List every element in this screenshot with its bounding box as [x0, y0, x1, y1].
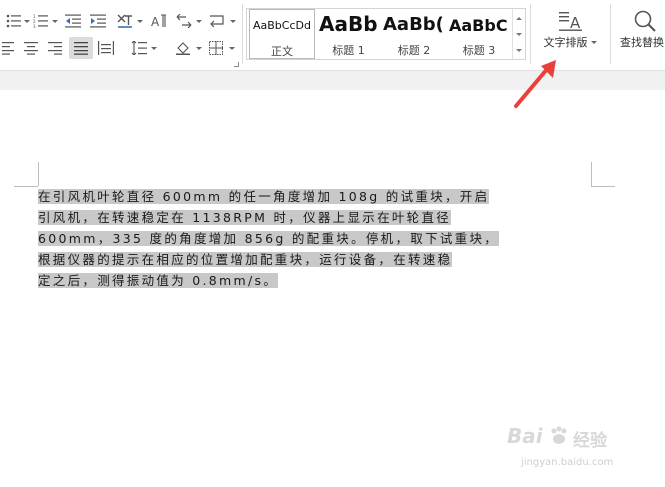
selected-text: 根据仪器的提示在相应的位置增加配重块，运行设备，在转速稳	[38, 252, 453, 267]
search-icon	[615, 6, 665, 34]
show-hide-marks-icon[interactable]: A	[148, 11, 170, 31]
chinese-layout-dropdown-icon[interactable]	[137, 20, 143, 23]
style-heading-3[interactable]: AaBbC 标题 3	[447, 9, 511, 59]
style-heading-1[interactable]: AaBb 标题 1	[317, 9, 380, 59]
margin-corner-mark-top-left	[14, 186, 38, 187]
find-replace-button[interactable]: 查找替换	[615, 6, 665, 50]
shading-icon[interactable]	[172, 38, 194, 58]
paragraph-line: 根据仪器的提示在相应的位置增加配重块，运行设备，在转速稳	[38, 249, 590, 270]
paragraph-line: 定之后，测得振动值为 0.8mm/s。	[38, 270, 590, 291]
sort-icon[interactable]	[173, 11, 195, 31]
style-heading-2-sample: AaBb(	[383, 14, 444, 35]
text-layout-label: 文字排版	[543, 36, 588, 49]
sort-dropdown-icon[interactable]	[196, 20, 202, 23]
increase-indent-icon[interactable]	[87, 11, 109, 31]
annotation-arrow-icon	[514, 60, 556, 108]
align-right-icon[interactable]	[44, 38, 66, 58]
text-layout-icon: A	[538, 6, 602, 34]
align-left-icon[interactable]	[0, 38, 16, 58]
style-heading-1-sample: AaBb	[319, 12, 378, 36]
separator	[242, 4, 243, 64]
borders-dropdown-icon[interactable]	[229, 47, 235, 50]
styles-gallery-scroll[interactable]	[512, 9, 525, 59]
find-replace-label: 查找替换	[620, 36, 664, 49]
styles-gallery: AaBbCcDd 正文 AaBb 标题 1 AaBb( 标题 2 AaBbC 标…	[246, 8, 526, 60]
paragraph-line: 600mm，335 度的角度增加 856g 的配重块。停机，取下试重块，	[38, 228, 590, 249]
svg-text:3: 3	[33, 24, 36, 28]
line-break-dropdown-icon[interactable]	[230, 20, 236, 23]
style-heading-2[interactable]: AaBb( 标题 2	[382, 9, 446, 59]
watermark-brand-suffix: 经验	[573, 431, 607, 451]
more-styles-icon[interactable]	[516, 49, 522, 52]
bullet-list-icon[interactable]	[2, 11, 26, 31]
separator	[610, 4, 611, 64]
borders-icon[interactable]	[205, 38, 227, 58]
text-layout-button[interactable]: A 文字排版	[538, 6, 602, 50]
line-break-icon[interactable]	[205, 11, 229, 31]
line-spacing-icon[interactable]	[128, 38, 150, 58]
watermark-brand: Bai	[507, 424, 543, 448]
svg-text:A: A	[570, 14, 581, 32]
document-paragraph[interactable]: 在引风机叶轮直径 600mm 的任一角度增加 108g 的试重块，开启 引风机，…	[38, 186, 590, 291]
align-center-icon[interactable]	[20, 38, 42, 58]
watermark-url: jingyan.baidu.com	[521, 457, 614, 468]
separator	[530, 4, 531, 64]
paragraph-line: 引风机，在转速稳定在 1138RPM 时，仪器上显示在叶轮直径	[38, 207, 590, 228]
margin-corner-mark-left	[38, 162, 39, 186]
paw-icon	[551, 426, 567, 444]
line-spacing-dropdown-icon[interactable]	[151, 47, 157, 50]
chinese-layout-icon[interactable]	[113, 10, 137, 32]
selected-text: 定之后，测得振动值为 0.8mm/s。	[38, 273, 279, 288]
style-heading-3-label: 标题 3	[462, 44, 496, 57]
style-heading-3-sample: AaBbC	[449, 16, 508, 35]
style-normal-sample: AaBbCcDd	[253, 19, 311, 32]
distributed-align-icon[interactable]	[95, 38, 117, 58]
paragraph-settings-launcher-icon[interactable]	[234, 62, 239, 67]
scroll-down-icon[interactable]	[516, 33, 522, 36]
justify-icon[interactable]	[69, 37, 93, 59]
shading-dropdown-icon[interactable]	[196, 47, 202, 50]
numbered-list-icon[interactable]: 123	[30, 11, 52, 31]
style-heading-1-label: 标题 1	[332, 44, 365, 57]
selected-text: 引风机，在转速稳定在 1138RPM 时，仪器上显示在叶轮直径	[38, 210, 452, 225]
svg-text:A: A	[151, 15, 160, 28]
scroll-up-icon[interactable]	[516, 17, 522, 20]
numbered-list-dropdown-icon[interactable]	[52, 20, 58, 23]
style-normal[interactable]: AaBbCcDd 正文	[249, 9, 315, 59]
watermark: Bai 经验 jingyan.baidu.com	[507, 424, 637, 474]
text-layout-dropdown-icon	[590, 40, 597, 44]
selected-text: 在引风机叶轮直径 600mm 的任一角度增加 108g 的试重块，开启	[38, 189, 490, 204]
ribbon-bottom-bar	[0, 70, 665, 90]
paragraph-line: 在引风机叶轮直径 600mm 的任一角度增加 108g 的试重块，开启	[38, 186, 590, 207]
style-normal-label: 正文	[271, 45, 293, 58]
selected-text: 600mm，335 度的角度增加 856g 的配重块。停机，取下试重块，	[38, 231, 500, 246]
margin-corner-mark-top-right	[591, 186, 615, 187]
margin-corner-mark-right	[591, 162, 592, 186]
ribbon-toolbar: 123 A AaBbCcDd 正文 AaBb 标题 1 AaBb(标题 2 A…	[0, 0, 665, 70]
style-heading-2-label: 标题 2	[397, 44, 431, 57]
decrease-indent-icon[interactable]	[62, 11, 84, 31]
